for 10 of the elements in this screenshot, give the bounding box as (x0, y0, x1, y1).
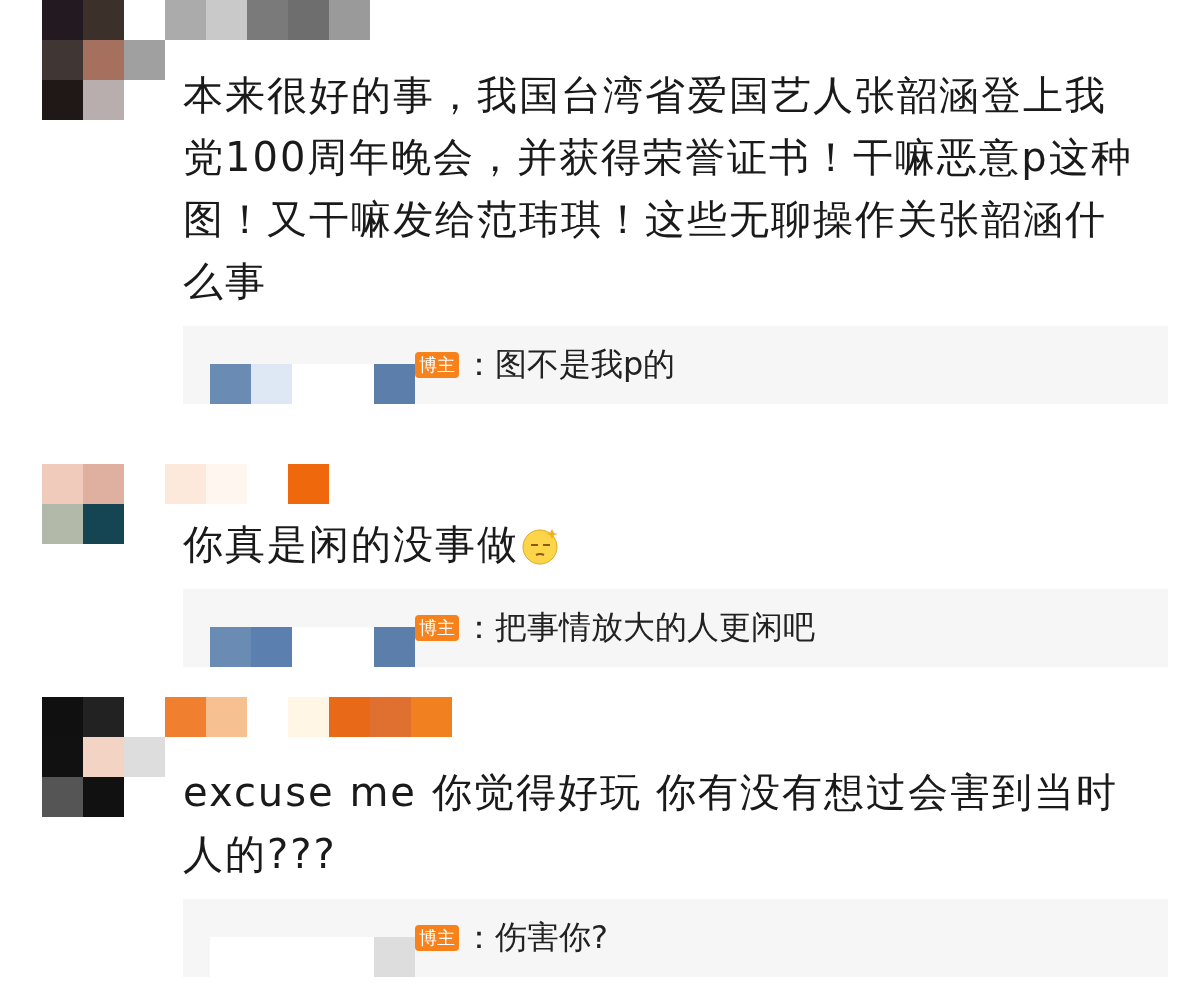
comment-text: 你真是闲的没事做 (165, 513, 1143, 575)
comment-text: 本来很好的事，我国台湾省爱国艺人张韶涵登上我党100周年晚会，并获得荣誉证书！干嘛恶意p这种图！又干嘛发给范玮琪！这些无聊操作关张韶涵什么事 (182, 71, 1134, 306)
reply-text: ：伤害你? (463, 917, 608, 958)
sleepy-face-icon (521, 526, 561, 566)
comment-text: excuse me 你觉得好玩 你有没有想过会害到当时人的??? (182, 768, 1120, 879)
reply-text: ：把事情放大的人更闲吧 (463, 607, 815, 648)
author-badge: 博主 (415, 925, 459, 951)
author-badge: 博主 (415, 615, 459, 641)
reply-text: ：图不是我p的 (463, 344, 676, 385)
author-badge: 博主 (415, 352, 459, 378)
